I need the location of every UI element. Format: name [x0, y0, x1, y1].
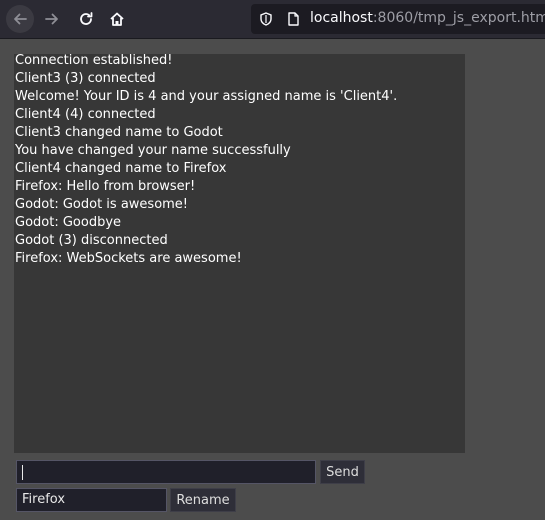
address-bar[interactable]: localhost:8060/tmp_js_export.html	[251, 4, 545, 34]
log-line: Godot (3) disconnected	[15, 233, 168, 248]
log-line: Client3 changed name to Godot	[15, 125, 223, 140]
log-line: Godot: Goodbye	[15, 215, 122, 230]
log-line: Firefox: Hello from browser!	[15, 179, 196, 194]
message-input[interactable]	[16, 460, 316, 484]
shield-icon	[260, 12, 272, 26]
back-button[interactable]	[6, 5, 34, 33]
back-arrow-icon	[14, 13, 27, 25]
log-line: You have changed your name successfully	[15, 143, 291, 158]
reload-button[interactable]	[72, 5, 100, 33]
page-icon	[288, 12, 299, 26]
log-line: Client4 (4) connected	[15, 107, 156, 122]
text-caret	[22, 465, 23, 480]
log-line: Connection established!	[15, 53, 173, 68]
log-line: Client3 (3) connected	[15, 71, 156, 86]
browser-toolbar: localhost:8060/tmp_js_export.html	[0, 0, 545, 39]
rename-button[interactable]: Rename	[170, 488, 236, 512]
log-line: Godot: Godot is awesome!	[15, 197, 189, 212]
url-text: localhost:8060/tmp_js_export.html	[310, 10, 545, 26]
chat-log: Connection established! Client3 (3) conn…	[14, 53, 465, 453]
app-page: Connection established! Client3 (3) conn…	[0, 39, 545, 520]
log-line: Firefox: WebSockets are awesome!	[15, 251, 242, 266]
home-icon	[110, 12, 124, 26]
send-button[interactable]: Send	[320, 460, 365, 484]
forward-button[interactable]	[38, 5, 66, 33]
url-host: localhost	[310, 10, 373, 26]
log-line: Client4 changed name to Firefox	[15, 161, 227, 176]
log-line: Welcome! Your ID is 4 and your assigned …	[15, 89, 398, 104]
reload-icon	[80, 12, 93, 25]
forward-arrow-icon	[45, 13, 58, 25]
home-button[interactable]	[103, 5, 131, 33]
name-input[interactable]: Firefox	[16, 488, 167, 512]
url-path: :8060/tmp_js_export.html	[372, 10, 545, 26]
